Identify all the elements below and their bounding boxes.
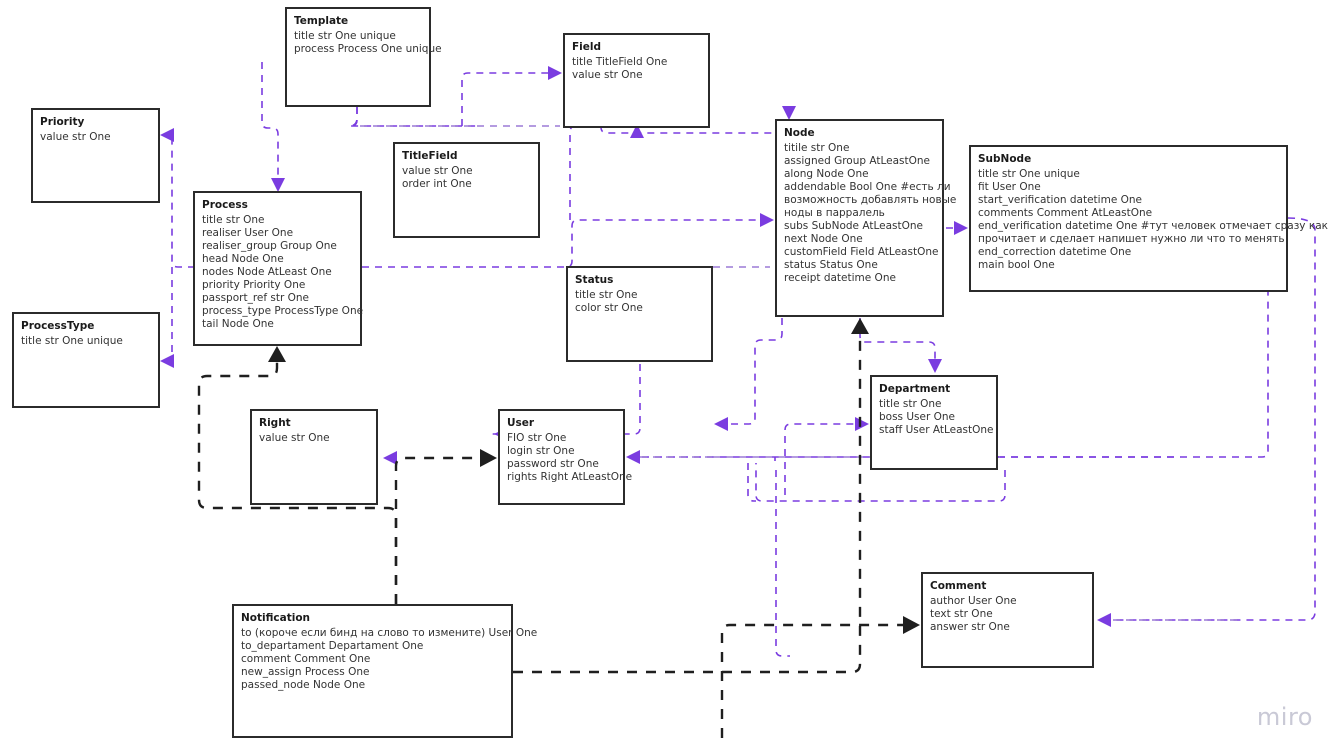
entity-title: Priority xyxy=(40,116,85,128)
entity-attribute: staff User AtLeastOne xyxy=(879,423,994,436)
entity-attribute: text str One xyxy=(930,607,993,620)
entity-title: Status xyxy=(575,274,614,286)
entity-attribute: comment Comment One xyxy=(241,652,371,665)
entity-attributes: title str One unique process Process One … xyxy=(294,29,442,56)
entity-title: Department xyxy=(879,383,951,395)
entity-subnode[interactable]: SubNode title str One unique fit User One s… xyxy=(969,145,1328,292)
entity-title: Right xyxy=(259,417,291,429)
entity-attribute: new_assign Process One xyxy=(241,665,370,678)
entity-title: User xyxy=(507,417,535,429)
entity-attribute: next Node One xyxy=(784,233,863,246)
entity-attribute: passed_node Node One xyxy=(241,678,366,691)
entity-attributes: title str One color str One xyxy=(575,289,704,315)
entity-attribute: nodes Node AtLeast One xyxy=(202,265,332,278)
entity-attribute: along Node One xyxy=(784,167,869,180)
entity-attributes: value str One order int One xyxy=(402,165,531,191)
entity-attribute: customField Field AtLeastOne xyxy=(784,246,939,259)
entity-attribute: FIO str One xyxy=(507,431,567,444)
entity-attribute: titile str One xyxy=(784,141,850,154)
entity-title: Comment xyxy=(930,580,987,592)
entity-attribute: realiser_group Group One xyxy=(202,239,337,252)
entity-comment[interactable]: Comment author User One text str One answer… xyxy=(921,572,1094,668)
entity-attribute: title str One unique xyxy=(21,334,123,347)
diagram-canvas: Template title str One unique process Proc… xyxy=(0,0,1337,747)
entity-attribute: order int One xyxy=(402,177,472,190)
entity-user[interactable]: User FIO str One login str One password str… xyxy=(498,409,633,505)
entity-attribute: assigned Group AtLeastOne xyxy=(784,154,931,167)
entity-title: Template xyxy=(294,15,349,27)
entity-attribute: value str One xyxy=(572,68,643,81)
entity-attribute: ноды в парралель xyxy=(784,206,885,219)
entity-field[interactable]: Field title TitleField One value str One xyxy=(563,33,710,128)
entity-attribute: value str One xyxy=(259,431,330,444)
entity-title: Process xyxy=(202,199,248,211)
entity-attribute: password str One xyxy=(507,457,599,470)
entity-notification[interactable]: Notification to (короче если бинд на слов… xyxy=(232,604,538,738)
entity-attribute: comments Comment AtLeastOne xyxy=(978,206,1153,219)
entity-process[interactable]: Process title str One realiser User One rea… xyxy=(193,191,364,346)
miro-watermark: miro xyxy=(1256,703,1313,731)
entity-attributes: title str One unique xyxy=(21,335,151,348)
entity-attribute: head Node One xyxy=(202,252,284,265)
entity-attribute: title str One xyxy=(879,397,942,410)
entity-attribute: value str One xyxy=(40,130,111,143)
entity-attributes: FIO str One login str One password str One… xyxy=(507,431,633,484)
entity-attribute: rights Right AtLeastOne xyxy=(507,470,633,483)
entity-department[interactable]: Department title str One boss User One staf… xyxy=(870,375,998,470)
entity-title: Notification xyxy=(241,612,311,624)
entity-attribute: to_departament Departament One xyxy=(241,639,424,652)
entity-attribute: process Process One unique xyxy=(294,42,442,55)
entity-attributes: value str One xyxy=(40,131,151,144)
entity-attribute: boss User One xyxy=(879,410,956,423)
entity-attribute: color str One xyxy=(575,301,643,314)
entity-attributes: title TitleField One value str One xyxy=(572,56,701,82)
entity-priority[interactable]: Priority value str One xyxy=(31,108,160,203)
entity-attribute: status Status One xyxy=(784,259,878,272)
entity-attribute: value str One xyxy=(402,164,473,177)
entity-attribute: прочитает и сделает напишет нужно ли что… xyxy=(978,232,1285,245)
entity-template[interactable]: Template title str One unique process Proc… xyxy=(285,7,442,107)
entity-attributes: titile str One assigned Group AtLeastOne a… xyxy=(784,141,957,286)
entity-attribute: to (короче если бинд на слово то изменит… xyxy=(241,626,538,639)
entity-status[interactable]: Status title str One color str One xyxy=(566,266,713,362)
entity-attribute: answer str One xyxy=(930,620,1010,633)
entity-title: ProcessType xyxy=(21,320,95,332)
entity-titlefield[interactable]: TitleField value str One order int One xyxy=(393,142,540,238)
entity-attribute: title str One xyxy=(202,213,265,226)
entity-attribute: addendable Bool One #есть ли xyxy=(784,180,951,193)
entity-attribute: возможность добавлять новые xyxy=(784,193,957,206)
entity-attributes: value str One xyxy=(259,432,369,445)
entity-attribute: passport_ref str One xyxy=(202,292,310,305)
entity-attributes: title str One unique fit User One start_ve… xyxy=(978,167,1328,273)
entity-attribute: end_correction datetime One xyxy=(978,246,1132,259)
entity-attributes: title str One boss User One staff User AtL… xyxy=(879,397,994,437)
entity-node[interactable]: Node titile str One assigned Group AtLeast… xyxy=(775,119,957,317)
entity-attribute: start_verification datetime One xyxy=(978,193,1143,206)
entity-attributes: author User One text str One answer str On… xyxy=(930,595,1085,634)
entity-attribute: priority Priority One xyxy=(202,278,306,291)
entity-processtype[interactable]: ProcessType title str One unique xyxy=(12,312,160,408)
entity-attribute: title str One xyxy=(575,288,638,301)
entity-attribute: subs SubNode AtLeastOne xyxy=(784,220,923,233)
entity-right[interactable]: Right value str One xyxy=(250,409,378,505)
entity-attribute: author User One xyxy=(930,594,1017,607)
entity-attribute: title TitleField One xyxy=(572,55,668,68)
entity-attribute: main bool One xyxy=(978,259,1055,272)
entity-attributes: to (короче если бинд на слово то изменит… xyxy=(241,626,538,692)
entity-title: Node xyxy=(784,127,815,139)
entity-title: SubNode xyxy=(978,153,1032,165)
entity-attribute: title str One unique xyxy=(294,29,396,42)
entity-attribute: receipt datetime One xyxy=(784,272,896,285)
entity-title: Field xyxy=(572,41,602,53)
entity-title: TitleField xyxy=(402,150,458,162)
entity-attributes: title str One realiser User One realiser_g… xyxy=(202,213,364,332)
entity-attribute: title str One unique xyxy=(978,167,1080,180)
entity-attribute: realiser User One xyxy=(202,226,294,239)
entity-attribute: login str One xyxy=(507,444,575,457)
entity-attribute: process_type ProcessType One xyxy=(202,305,364,318)
entity-attribute: tail Node One xyxy=(202,318,274,331)
entity-attribute: end_verification datetime One #тут челов… xyxy=(978,219,1328,232)
entity-attribute: fit User One xyxy=(978,180,1041,193)
